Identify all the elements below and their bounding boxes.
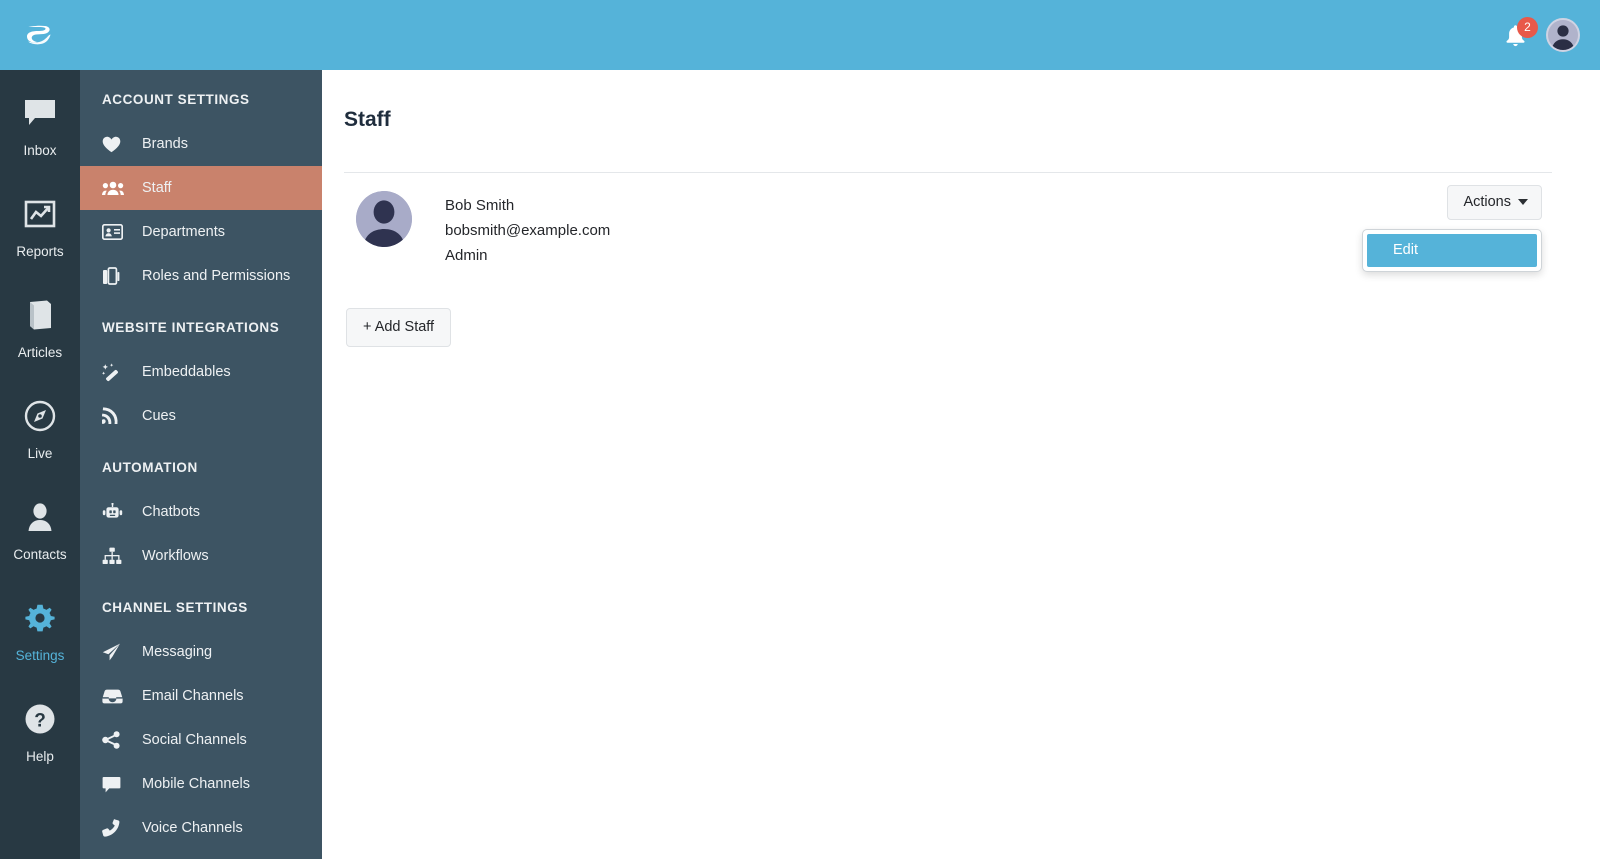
question-circle-icon: ? xyxy=(24,698,56,740)
sidebar-label-mobile-channels: Mobile Channels xyxy=(142,776,251,792)
top-header-bar: 2 xyxy=(0,0,1600,70)
notification-count-badge: 2 xyxy=(1517,17,1538,38)
sidebar-label-chatbots: Chatbots xyxy=(142,504,201,520)
rail-label-live: Live xyxy=(27,446,53,461)
id-card-icon xyxy=(102,224,130,240)
sitemap-icon xyxy=(102,547,130,565)
staff-email: bobsmith@example.com xyxy=(445,222,611,239)
rail-label-help: Help xyxy=(26,749,54,764)
sidebar-item-voice-channels[interactable]: Voice Channels xyxy=(80,806,322,850)
rail-item-contacts[interactable]: Contacts xyxy=(0,496,80,597)
staff-role: Admin xyxy=(445,247,488,264)
app-root: 2 Inbox Reports Articles Live Contacts S… xyxy=(0,0,1600,859)
people-icon xyxy=(102,180,130,196)
dropdown-item-edit-label: Edit xyxy=(1393,242,1418,258)
sidebar-item-social-channels[interactable]: Social Channels xyxy=(80,718,322,762)
gear-icon xyxy=(24,597,56,639)
svg-text:?: ? xyxy=(34,711,46,732)
sidebar-label-departments: Departments xyxy=(142,224,226,240)
sidebar-label-voice-channels: Voice Channels xyxy=(142,820,243,836)
staff-name: Bob Smith xyxy=(445,197,515,214)
rail-label-articles: Articles xyxy=(17,345,63,360)
heart-icon xyxy=(102,136,130,153)
rail-label-contacts: Contacts xyxy=(13,547,67,562)
staff-details: Bob Smith bobsmith@example.com Admin xyxy=(445,191,610,268)
sidebar-item-mobile-channels[interactable]: Mobile Channels xyxy=(80,762,322,806)
sidebar-label-staff: Staff xyxy=(142,180,172,196)
sidebar-section-automation: AUTOMATION xyxy=(102,460,198,475)
rail-item-reports[interactable]: Reports xyxy=(0,193,80,294)
sidebar-item-staff[interactable]: Staff xyxy=(80,166,322,210)
settings-sidebar: ACCOUNT SETTINGS Brands Staff Department… xyxy=(80,70,322,859)
robot-icon xyxy=(102,503,130,521)
sidebar-item-departments[interactable]: Departments xyxy=(80,210,322,254)
sidebar-label-roles-and-permissions: Roles and Permissions xyxy=(142,268,291,284)
rail-label-settings: Settings xyxy=(15,648,65,663)
sidebar-item-cues[interactable]: Cues xyxy=(80,394,322,438)
actions-menu-container: Actions Edit xyxy=(1362,185,1542,272)
sidebar-item-messaging[interactable]: Messaging xyxy=(80,630,322,674)
sidebar-section-account-settings: ACCOUNT SETTINGS xyxy=(102,92,250,107)
rail-label-inbox: Inbox xyxy=(23,143,57,158)
chart-frame-icon xyxy=(24,193,56,235)
sidebar-section-channel-settings: CHANNEL SETTINGS xyxy=(102,600,248,615)
inbox-tray-icon xyxy=(102,689,130,704)
staff-avatar xyxy=(356,191,412,247)
sidebar-label-brands: Brands xyxy=(142,136,188,152)
actions-button-label: Actions xyxy=(1463,194,1511,210)
sidebar-item-roles-and-permissions[interactable]: Roles and Permissions xyxy=(80,254,322,298)
header-right-cluster: 2 xyxy=(1502,17,1580,52)
comment-icon xyxy=(102,776,130,793)
rss-icon xyxy=(102,407,130,425)
sidebar-item-embeddables[interactable]: Embeddables xyxy=(80,350,322,394)
phone-icon xyxy=(102,819,130,837)
dropdown-item-edit[interactable]: Edit xyxy=(1367,234,1537,267)
compass-icon xyxy=(24,395,56,437)
sidebar-label-cues: Cues xyxy=(142,408,176,424)
rail-item-help[interactable]: ? Help xyxy=(0,698,80,799)
actions-button[interactable]: Actions xyxy=(1447,185,1542,220)
rail-item-live[interactable]: Live xyxy=(0,395,80,496)
caret-down-icon xyxy=(1518,199,1528,205)
sidebar-label-embeddables: Embeddables xyxy=(142,364,231,380)
actions-dropdown-menu: Edit xyxy=(1362,229,1542,272)
notification-bell-button[interactable]: 2 xyxy=(1502,17,1538,50)
rail-item-articles[interactable]: Articles xyxy=(0,294,80,395)
magic-wand-icon xyxy=(102,362,130,382)
header-user-avatar[interactable] xyxy=(1546,18,1580,52)
sidebar-item-workflows[interactable]: Workflows xyxy=(80,534,322,578)
briefcase-icon xyxy=(102,267,130,285)
sidebar-label-email-channels: Email Channels xyxy=(142,688,244,704)
speech-bubble-icon xyxy=(23,92,57,134)
sidebar-label-messaging: Messaging xyxy=(142,644,213,660)
add-staff-button[interactable]: + Add Staff xyxy=(346,308,452,347)
paper-plane-icon xyxy=(102,643,130,661)
sidebar-item-brands[interactable]: Brands xyxy=(80,122,322,166)
main-content: Staff Bob Smith bobsmith@example.com Adm… xyxy=(322,70,1600,859)
primary-icon-rail: Inbox Reports Articles Live Contacts Set… xyxy=(0,70,80,859)
sidebar-label-workflows: Workflows xyxy=(142,548,209,564)
rail-label-reports: Reports xyxy=(16,244,64,259)
sidebar-item-email-channels[interactable]: Email Channels xyxy=(80,674,322,718)
sidebar-item-chatbots[interactable]: Chatbots xyxy=(80,490,322,534)
sidebar-section-website-integrations: WEBSITE INTEGRATIONS xyxy=(102,320,280,335)
rail-item-inbox[interactable]: Inbox xyxy=(0,92,80,193)
leaf-logo-icon[interactable] xyxy=(22,18,56,52)
rail-item-settings[interactable]: Settings xyxy=(0,597,80,698)
book-icon xyxy=(25,294,55,336)
page-title: Staff xyxy=(344,108,391,131)
sidebar-label-social-channels: Social Channels xyxy=(142,732,247,748)
share-nodes-icon xyxy=(102,731,130,749)
staff-list-item: Bob Smith bobsmith@example.com Admin Act… xyxy=(344,173,1552,282)
person-icon xyxy=(26,496,54,538)
